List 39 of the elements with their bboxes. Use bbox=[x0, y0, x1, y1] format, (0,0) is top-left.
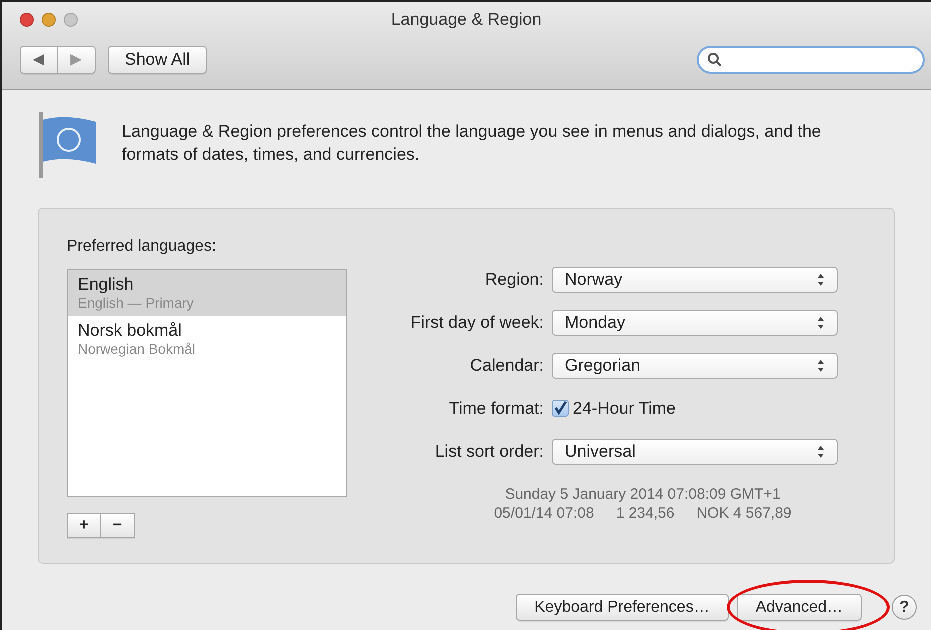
back-button[interactable]: ◀ bbox=[20, 46, 58, 74]
description-text: Language & Region preferences control the language you see in menus and dialogs, and the formats of dates, times, and currencies. bbox=[122, 121, 822, 166]
setting-label: List sort order: bbox=[434, 440, 544, 463]
setting-label: Region: bbox=[484, 269, 544, 292]
add-button[interactable]: + bbox=[67, 513, 101, 538]
stepper-arrows-icon bbox=[817, 273, 825, 287]
language-name: English bbox=[78, 274, 135, 295]
setting-label: First day of week: bbox=[410, 312, 544, 334]
footer-button[interactable]: Advanced… bbox=[736, 594, 862, 621]
sample-format-text: 1 234,56 bbox=[616, 504, 675, 522]
stepper-arrows-icon bbox=[817, 359, 825, 373]
checkbox-label: 24-Hour Time bbox=[573, 398, 676, 420]
popup-menu[interactable]: Gregorian bbox=[552, 353, 838, 379]
setting-label: Calendar: bbox=[469, 355, 544, 378]
zoom-icon[interactable] bbox=[64, 13, 78, 27]
popup-menu[interactable]: Norway bbox=[552, 267, 838, 293]
language-name: Norsk bokmål bbox=[78, 320, 183, 341]
footer-button[interactable]: Keyboard Preferences… bbox=[516, 594, 729, 621]
search-icon bbox=[707, 52, 723, 68]
help-button[interactable]: ? bbox=[892, 595, 917, 620]
show-all-button[interactable]: Show All bbox=[108, 46, 208, 74]
popup-menu[interactable]: Monday bbox=[552, 310, 838, 336]
stepper-arrows-icon bbox=[817, 316, 825, 330]
setting-label: Time format: bbox=[448, 398, 544, 420]
language-subtitle: Norwegian Bokmål bbox=[78, 341, 196, 358]
window-title: Language & Region bbox=[391, 9, 542, 32]
remove-button[interactable]: − bbox=[101, 513, 135, 538]
language-item[interactable]: English English — Primary bbox=[68, 270, 346, 316]
search-field[interactable] bbox=[697, 46, 925, 74]
checkbox[interactable] bbox=[552, 400, 569, 418]
stepper-arrows-icon bbox=[817, 444, 825, 458]
popup-menu[interactable]: Universal bbox=[552, 438, 838, 464]
sample-format-text: 05/01/14 07:08 bbox=[494, 504, 594, 522]
sample-format-text: NOK 4 567,89 bbox=[696, 504, 792, 522]
minimize-icon[interactable] bbox=[42, 13, 56, 27]
close-icon[interactable] bbox=[20, 13, 34, 27]
language-subtitle: English — Primary bbox=[78, 295, 195, 312]
sample-date-text: Sunday 5 January 2014 07:08:09 GMT+1 bbox=[505, 484, 781, 504]
preferred-languages-label: Preferred languages: bbox=[67, 237, 218, 257]
